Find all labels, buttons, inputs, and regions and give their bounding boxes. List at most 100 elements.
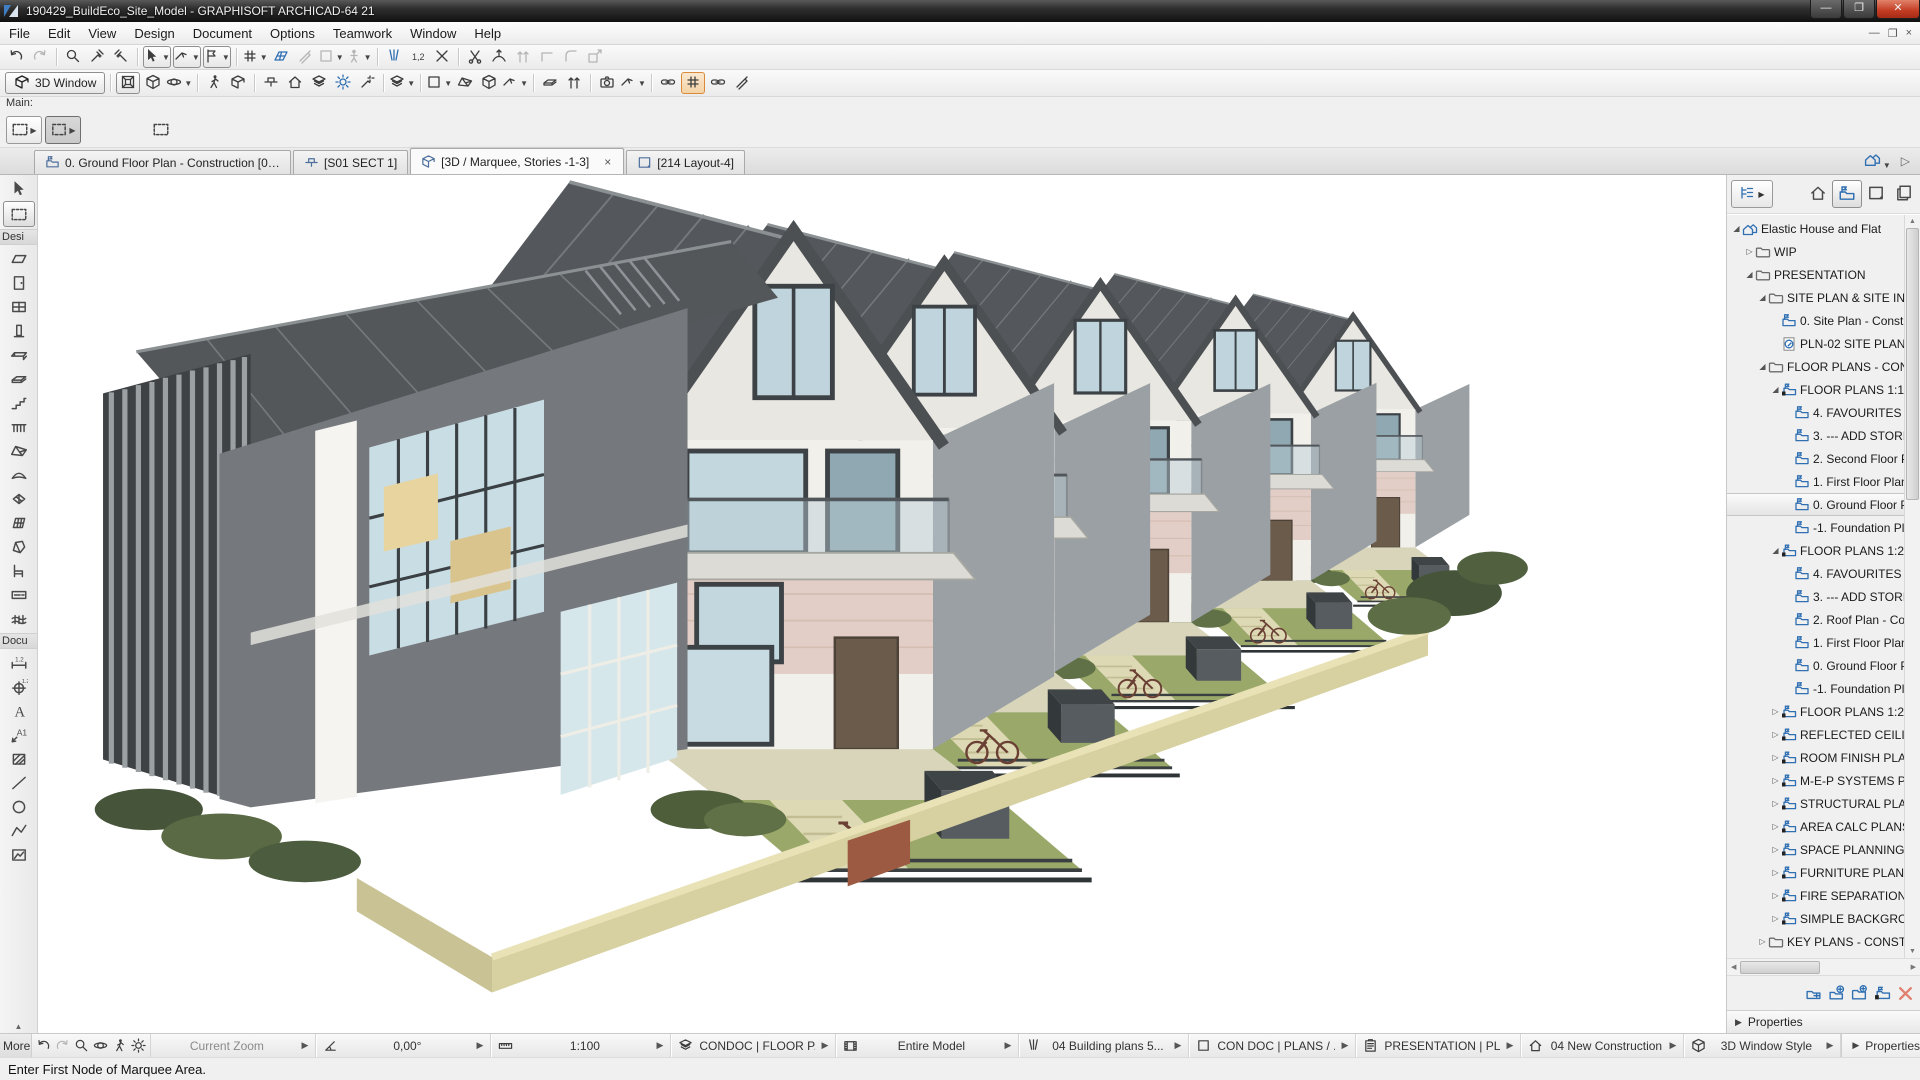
redo-button[interactable] [29, 47, 51, 67]
snap-grid-dropdown-arrow[interactable]: ▼ [260, 53, 268, 62]
dimension-numbers-button[interactable]: 1,2 [407, 47, 429, 67]
tree-item[interactable]: ▷ SPACE PLANNING - ZC [1727, 838, 1904, 861]
tree-item[interactable]: 3. --- ADD STORIES [1727, 424, 1904, 447]
gravity-button[interactable] [294, 47, 316, 67]
status-entire-model[interactable]: Entire Model ▶ [836, 1034, 1020, 1057]
tree-item[interactable]: 1. First Floor Plan - [1727, 470, 1904, 493]
status-0-00-[interactable]: 0,00° ▶ [316, 1034, 492, 1057]
walk-button[interactable] [112, 1038, 127, 1053]
door-tool[interactable] [4, 271, 34, 295]
tree-item[interactable]: ▷ SIMPLE BACKGROUNI [1727, 907, 1904, 930]
tree-item[interactable]: ▷ STRUCTURAL PLANS | [1727, 792, 1904, 815]
tree-item[interactable]: ▷ REFLECTED CEILING / [1727, 723, 1904, 746]
tree-expander-closed[interactable]: ▷ [1770, 730, 1781, 739]
menu-help[interactable]: Help [465, 24, 510, 43]
tree-item[interactable]: -1. Foundation Plan [1727, 677, 1904, 700]
tree-expander-closed[interactable]: ▷ [1770, 799, 1781, 808]
marquee-single-button[interactable] [144, 117, 178, 143]
tree-item[interactable]: ◢ FLOOR PLANS - CONSTI [1727, 355, 1904, 378]
tree-expander-open[interactable]: ◢ [1757, 362, 1768, 371]
tree-expander-closed[interactable]: ▷ [1770, 914, 1781, 923]
doc-restore-button[interactable]: ❐ [1888, 27, 1898, 40]
favorites-tool-dropdown-arrow[interactable]: ▼ [222, 53, 230, 62]
3d-viewport[interactable] [38, 175, 1727, 1033]
tree-expander-open[interactable]: ◢ [1744, 270, 1755, 279]
tree-item[interactable]: 3. --- ADD STORIES [1727, 585, 1904, 608]
trace-more-button[interactable]: ▼ [502, 73, 528, 93]
tree-expander-open[interactable]: ◢ [1770, 546, 1781, 555]
status-popup-arrow[interactable]: ▶ [1174, 1040, 1181, 1051]
trace-switch-button[interactable] [478, 73, 500, 93]
tree-expander-closed[interactable]: ▷ [1744, 247, 1755, 256]
snap-grid-button[interactable]: ▼ [242, 47, 268, 67]
find-select-button[interactable] [62, 47, 84, 67]
tree-item[interactable]: ◢ FLOOR PLANS 1:200 ( [1727, 539, 1904, 562]
elongate-button[interactable] [512, 47, 534, 67]
status-presentation-pla-[interactable]: PRESENTATION | PLA... ▶ [1356, 1034, 1522, 1057]
fillet-button[interactable] [560, 47, 582, 67]
save-current-view-button[interactable] [1828, 984, 1845, 1002]
tree-expander-closed[interactable]: ▷ [1770, 707, 1781, 716]
layers-button[interactable]: ▼ [389, 73, 415, 93]
inject-parameters-button[interactable] [110, 47, 132, 67]
menu-document[interactable]: Document [184, 24, 261, 43]
railing-tool[interactable] [4, 415, 34, 439]
tree-item[interactable]: ▷ WIP [1727, 240, 1904, 263]
arrow-tool[interactable] [4, 177, 34, 201]
tree-item[interactable]: ◢ SITE PLAN & SITE INFO - [1727, 286, 1904, 309]
tree-item[interactable]: PLN-02 SITE PLAN (WC [1727, 332, 1904, 355]
view-settings-button[interactable] [1805, 985, 1822, 1002]
status-1-100[interactable]: 1:100 ▶ [491, 1034, 672, 1057]
capture-path-button[interactable] [563, 73, 585, 93]
marquee-thin-button[interactable]: ▶ [6, 116, 42, 144]
tab-close-icon[interactable]: × [602, 155, 613, 169]
zoom-in-button[interactable] [74, 1038, 89, 1053]
tree-item[interactable]: 0. Site Plan - Constru [1727, 309, 1904, 332]
restore-button[interactable]: ❐ [1843, 0, 1875, 19]
status-popup-arrow[interactable]: ▶ [1004, 1040, 1011, 1051]
explore-model-button[interactable] [227, 73, 249, 93]
tree-item[interactable]: ▷ M-E-P SYSTEMS PLAN: [1727, 769, 1904, 792]
marquee-view-button[interactable] [284, 73, 306, 93]
tab-overflow-button[interactable]: ▷ [1901, 154, 1910, 168]
menu-view[interactable]: View [79, 24, 125, 43]
status-popup-arrow[interactable]: ▶ [821, 1040, 828, 1051]
tab-2[interactable]: [3D / Marquee, Stories -1-3] × [410, 148, 625, 174]
tab-3[interactable]: [214 Layout-4] [626, 150, 745, 174]
skylight-tool[interactable] [4, 487, 34, 511]
hotlink-button[interactable] [657, 73, 679, 93]
trace-more-dropdown-arrow[interactable]: ▼ [520, 79, 528, 88]
tree-item[interactable]: ◢ FLOOR PLANS 1:150 ( [1727, 378, 1904, 401]
status-popup-arrow[interactable]: ▶ [476, 1040, 483, 1051]
marquee-thin-dropdown-arrow[interactable]: ▶ [30, 126, 36, 135]
status-con-doc-plans-[interactable]: CON DOC | PLANS / ... ▶ [1189, 1034, 1357, 1057]
offset-tool-button[interactable]: ▼ [172, 46, 201, 68]
tree-vertical-scrollbar[interactable]: ▲ ▼ [1904, 215, 1920, 958]
tree-item[interactable]: 0. Ground Floor Pla [1727, 654, 1904, 677]
object-tool[interactable] [4, 559, 34, 583]
cutting-planes-button[interactable] [260, 73, 282, 93]
new-folder-button[interactable] [1851, 984, 1868, 1002]
close-button[interactable]: ✕ [1876, 0, 1920, 19]
project-map-tab[interactable] [1804, 180, 1832, 206]
publisher-sets-tab[interactable] [1890, 180, 1918, 206]
tree-item[interactable]: -1. Foundation Plan [1727, 516, 1904, 539]
xref-button[interactable] [707, 73, 729, 93]
doc-close-button[interactable]: × [1906, 27, 1912, 40]
menu-teamwork[interactable]: Teamwork [324, 24, 401, 43]
3d-window-button[interactable]: 3D Window [5, 72, 106, 94]
zoom-forward-button[interactable] [55, 1038, 70, 1053]
status-popup-arrow[interactable]: ▶ [1669, 1040, 1676, 1051]
status-04-new-construction[interactable]: 04 New Construction ▶ [1521, 1034, 1685, 1057]
filter-elements-button[interactable] [308, 73, 330, 93]
zone-tool[interactable] [4, 583, 34, 607]
tree-item[interactable]: 4. FAVOURITES [1727, 401, 1904, 424]
figure-tool[interactable] [4, 843, 34, 867]
polyline-tool[interactable] [4, 819, 34, 843]
morph-tool[interactable] [4, 535, 34, 559]
tree-item[interactable]: 2. Roof Plan - Cons [1727, 608, 1904, 631]
window-tool[interactable] [4, 295, 34, 319]
menu-options[interactable]: Options [261, 24, 324, 43]
marquee-link-button[interactable] [680, 72, 705, 94]
offset-tool-dropdown-arrow[interactable]: ▼ [192, 53, 200, 62]
